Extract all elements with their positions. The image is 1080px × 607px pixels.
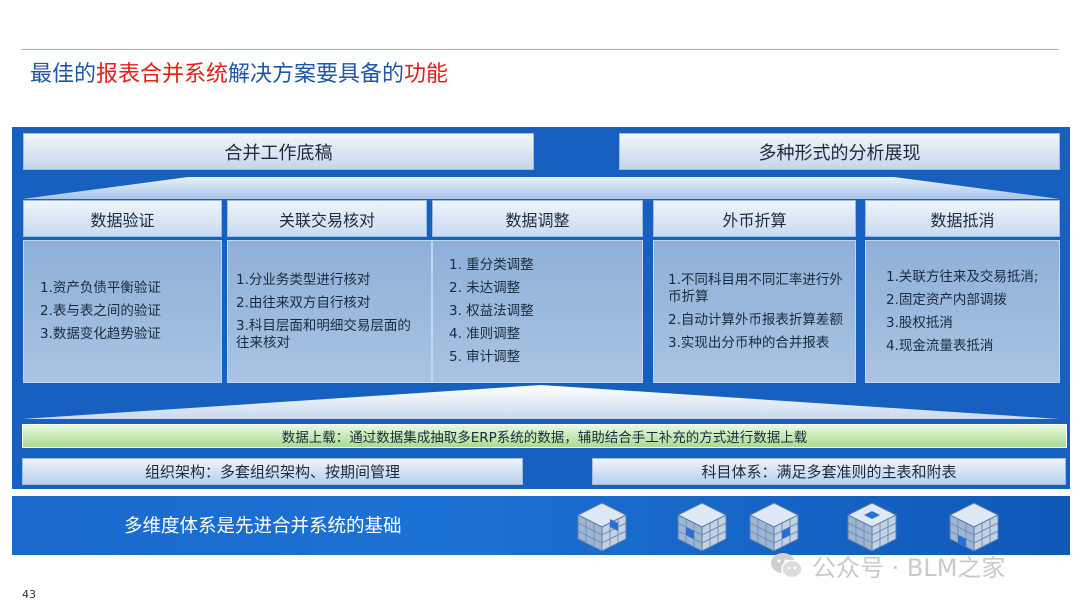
column-body-currency-translation: 1.不同科目用不同汇率进行外币折算 2.自动计算外币报表折算差额 3.实现出分币… — [653, 240, 856, 383]
list-item: 5. 审计调整 — [449, 349, 521, 365]
list-item: 4.现金流量表抵消 — [886, 337, 994, 354]
list-item: 3.数据变化趋势验证 — [40, 326, 161, 342]
list-item: 1.关联方往来及交易抵消; — [886, 268, 1039, 285]
top-divider — [22, 49, 1058, 50]
architecture-panel: 合并工作底稿 多种形式的分析展现 数据验证 关联交易核对 数据调整 外币折算 数… — [12, 127, 1070, 489]
list-item: 3.科目层面和明细交易层面的往来核对 — [236, 317, 411, 351]
bottom-funnel-shape — [22, 385, 1060, 419]
header-consolidation-workpaper: 合并工作底稿 — [23, 133, 534, 170]
column-body-data-adjustment: 1. 重分类调整 2. 未达调整 3. 权益法调整 4. 准则调整 5. 审计调… — [432, 240, 643, 383]
list-item: 1.不同科目用不同汇率进行外币折算 — [668, 271, 843, 305]
foundation-band: 多维度体系是先进合并系统的基础 — [12, 496, 1070, 555]
column-header-elimination: 数据抵消 — [865, 200, 1060, 237]
list-item: 1. 重分类调整 — [449, 257, 534, 273]
org-structure-bar: 组织架构：多套组织架构、按期间管理 — [22, 458, 523, 485]
watermark-text: 公众号 · BLM之家 — [812, 554, 1006, 582]
list-item: 3.实现出分币种的合并报表 — [668, 334, 830, 351]
list-item: 2.固定资产内部调拨 — [886, 291, 1007, 308]
cube-grid-icon — [846, 502, 898, 552]
list-item: 2.由往来双方自行核对 — [236, 294, 371, 311]
list-item: 2.表与表之间的验证 — [40, 303, 161, 319]
account-system-bar: 科目体系：满足多套准则的主表和附表 — [592, 458, 1066, 485]
list-item: 2. 未达调整 — [449, 280, 521, 296]
list-item: 3. 权益法调整 — [449, 303, 534, 319]
list-item: 3.股权抵消 — [886, 314, 953, 331]
list-item: 4. 准则调整 — [449, 326, 521, 342]
wechat-icon — [771, 552, 803, 578]
column-body-elimination: 1.关联方往来及交易抵消; 2.固定资产内部调拨 3.股权抵消 4.现金流量表抵… — [865, 240, 1060, 383]
column-body-data-validation: 1.资产负债平衡验证 2.表与表之间的验证 3.数据变化趋势验证 — [23, 240, 222, 383]
page-number: 43 — [22, 588, 36, 601]
column-body-related-transaction: 1.分业务类型进行核对 2.由往来双方自行核对 3.科目层面和明细交易层面的往来… — [227, 240, 432, 383]
title-part-1: 最佳的 — [30, 62, 97, 87]
title-part-2: 报表合并系统 — [96, 62, 229, 87]
watermark: 公众号 · BLM之家 — [770, 548, 1005, 583]
column-header-related-transaction: 关联交易核对 — [227, 200, 427, 237]
list-item: 1.分业务类型进行核对 — [236, 271, 371, 288]
cube-grid-icon — [676, 502, 728, 552]
column-header-data-validation: 数据验证 — [23, 200, 222, 237]
page-title: 最佳的报表合并系统解决方案要具备的功能 — [30, 58, 448, 92]
foundation-text: 多维度体系是先进合并系统的基础 — [124, 516, 402, 537]
column-header-currency-translation: 外币折算 — [653, 200, 856, 237]
cube-grid-icon — [576, 502, 628, 552]
list-item: 1.资产负债平衡验证 — [40, 280, 161, 296]
list-item: 2.自动计算外币报表折算差额 — [668, 311, 843, 328]
top-funnel-shape — [22, 177, 1060, 199]
title-part-4: 功能 — [404, 62, 449, 87]
header-analysis-display: 多种形式的分析展现 — [619, 133, 1060, 170]
cube-grid-icon — [748, 502, 800, 552]
data-upload-bar: 数据上载：通过数据集成抽取多ERP系统的数据，辅助结合手工补充的方式进行数据上载 — [22, 424, 1067, 448]
column-header-data-adjustment: 数据调整 — [432, 200, 643, 237]
cube-grid-icon — [948, 502, 1000, 552]
title-part-3: 解决方案要具备的 — [228, 62, 405, 87]
